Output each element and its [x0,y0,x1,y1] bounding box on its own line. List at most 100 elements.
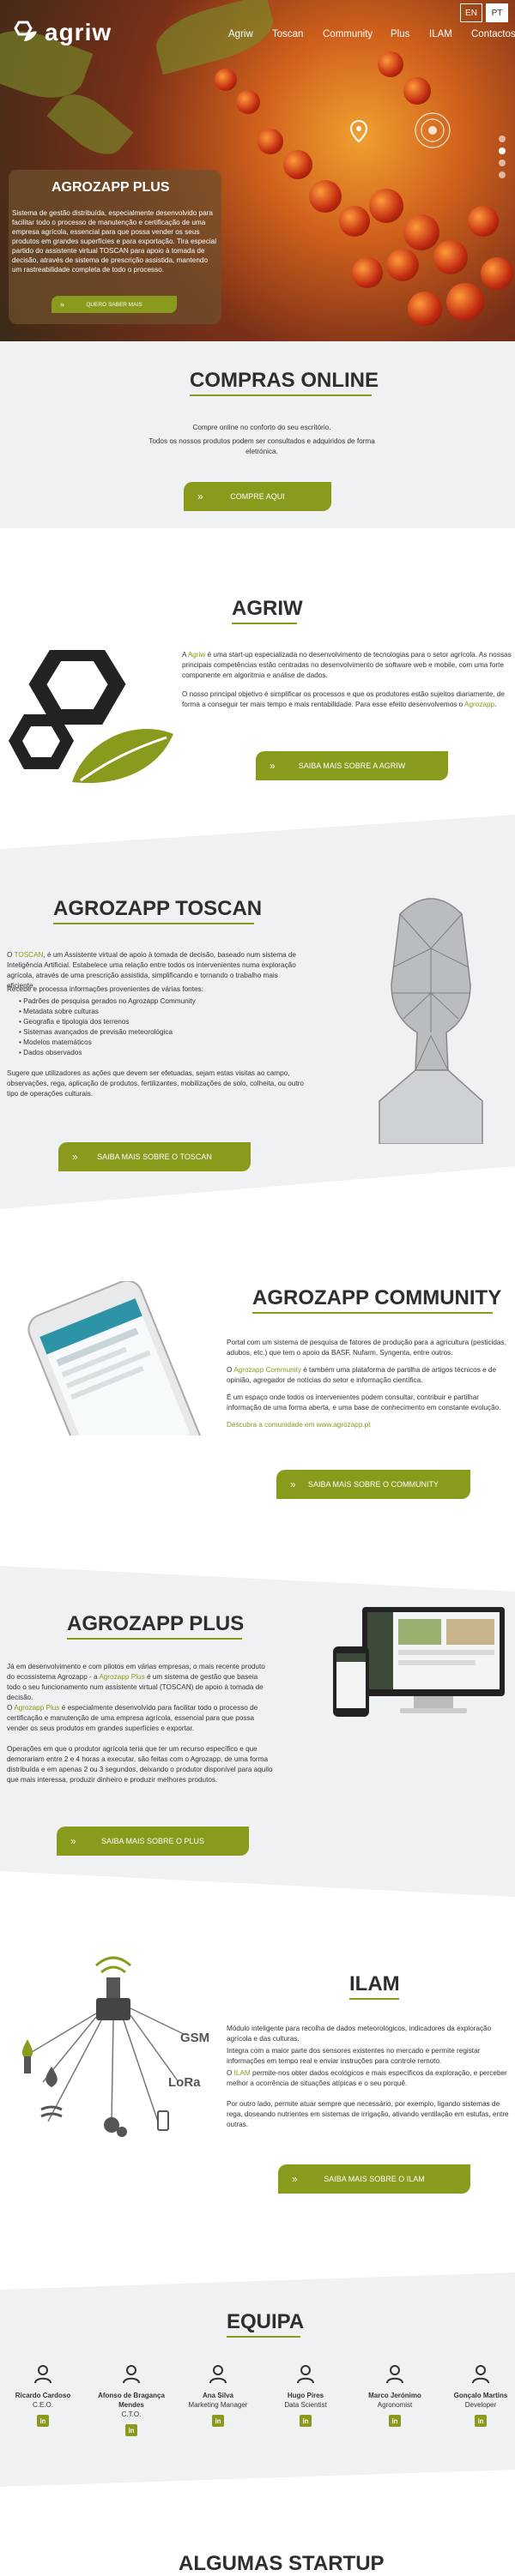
plus-paragraph-2: O Agrozapp Plus é especialmente desenvol… [7,1704,258,1732]
plus-button-label: SAIBA MAIS SOBRE O PLUS [100,1837,205,1845]
lang-pt-button[interactable]: PT [486,3,508,22]
user-icon [297,2365,314,2384]
title-underline [190,394,372,396]
title-underline [349,1998,399,2000]
agrozapp-link[interactable]: Agrozapp [464,701,494,708]
list-item: • Metadata sobre culturas [19,1008,99,1015]
member-name: Gonçalo Martins [453,2392,508,2399]
team-member: Gonçalo Martins Developer in [446,2363,515,2427]
location-icon [350,120,367,142]
nav-agriw[interactable]: Agriw [228,29,253,39]
ilam-more-button[interactable]: » SAIBA MAIS SOBRE O ILAM [278,2164,470,2194]
toscan-list: • Padrões de pesquisa gerados no Agrozap… [19,996,302,1058]
agriw-more-button[interactable]: » SAIBA MAIS SOBRE A AGRIW [256,751,448,780]
arrow-icon: » [72,1151,78,1163]
member-role: Agronomist [377,2401,413,2409]
plus-paragraph-1: Já em desenvolvimento e com pilotos em v… [7,1663,265,1701]
user-icon [386,2365,403,2384]
title-underline [232,623,297,624]
toscan-more-button[interactable]: » SAIBA MAIS SOBRE O TOSCAN [58,1142,251,1171]
agriw-link[interactable]: Agriw [188,651,205,659]
agriw-paragraph-1: A Agriw é uma start-up especializada no … [182,651,512,679]
toscan-head-illustration [379,898,483,1144]
hero-button-label: QUERO SABER MAIS [86,301,142,308]
team-member: Ana Silva Marketing Manager in [184,2363,252,2427]
hero-more-button[interactable]: » QUERO SABER MAIS [52,296,177,313]
community-button-label: SAIBA MAIS SOBRE O COMMUNITY [307,1480,439,1489]
linkedin-icon[interactable]: in [475,2415,487,2427]
member-name: Ana Silva [202,2392,233,2399]
linkedin-icon[interactable]: in [300,2415,312,2427]
slider-dot[interactable] [499,159,506,166]
compras-title: COMPRAS ONLINE [190,369,379,392]
toscan-paragraph-3: Sugere que utilizadores as ações que dev… [7,1069,304,1098]
equipa-section-bg [0,2272,515,2487]
member-role: C.T.O. [121,2410,142,2418]
arrow-icon: » [60,300,65,309]
nav-contactos[interactable]: Contactos [471,29,515,39]
member-role: C.E.O. [32,2401,53,2409]
member-name: Hugo Pires [287,2392,324,2399]
arrow-icon: » [197,491,203,503]
list-item: • Sistemas avançados de previsão meteoro… [19,1028,173,1036]
team-member: Marco Jerónimo Agronomist in [360,2363,429,2427]
title-underline [67,1638,242,1640]
slider-dot[interactable] [499,147,506,154]
toscan-button-label: SAIBA MAIS SOBRE O TOSCAN [97,1153,212,1161]
list-item: • Dados observados [19,1049,82,1056]
ilam-link[interactable]: ILAM [234,2069,251,2077]
member-role: Developer [464,2401,497,2409]
nav-plus[interactable]: Plus [391,29,409,39]
linkedin-icon[interactable]: in [125,2424,137,2436]
list-item: • Modelos matemáticos [19,1038,92,1046]
member-name: Afonso de Bragança Mendes [98,2392,165,2409]
ilam-title: ILAM [349,1972,400,1995]
title-underline [227,2336,300,2338]
plus-link[interactable]: Agrozapp Plus [99,1673,144,1681]
community-paragraph-1: Portal com um sistema de pesquisa de fat… [227,1339,506,1357]
lang-en-button[interactable]: EN [460,3,482,22]
slider-dot[interactable] [499,135,506,142]
linkedin-icon[interactable]: in [389,2415,401,2427]
team-member: Afonso de Bragança Mendes C.T.O. in [94,2363,168,2436]
member-role: Marketing Manager [188,2401,248,2409]
team-member: Hugo Pires Data Scientist in [271,2363,340,2427]
nav-ilam[interactable]: ILAM [429,29,452,39]
linkedin-icon[interactable]: in [212,2415,224,2427]
plus-more-button[interactable]: » SAIBA MAIS SOBRE O PLUS [57,1827,249,1856]
community-title: AGROZAPP COMMUNITY [252,1286,502,1309]
arrow-icon: » [290,1478,296,1490]
target-icon [415,112,451,148]
equipa-title: EQUIPA [227,2310,305,2333]
community-more-button[interactable]: » SAIBA MAIS SOBRE O COMMUNITY [276,1470,470,1499]
user-icon [209,2365,227,2384]
agriw-button-label: SAIBA MAIS SOBRE A AGRIW [298,761,406,770]
nav-toscan[interactable]: Toscan [272,29,303,39]
plus-link[interactable]: Agrozapp Plus [14,1704,59,1712]
community-phone-illustration [27,1281,203,1435]
compras-line2: Todos os nossos produtos podem ser consu… [148,437,375,455]
compre-aqui-button[interactable]: » COMPRE AQUI [184,482,331,511]
logo[interactable]: agriw [45,19,112,46]
community-paragraph-2: O Agrozapp Community é também uma plataf… [227,1366,497,1384]
linkedin-icon[interactable]: in [37,2415,49,2427]
arrow-icon: » [70,1835,76,1847]
member-role: Data Scientist [284,2401,327,2409]
arrow-icon: » [292,2173,298,2185]
list-item: • Geografia e tipologia dos terrenos [19,1018,130,1026]
nav-community[interactable]: Community [323,29,373,39]
community-link[interactable]: Agrozapp Community [233,1366,301,1374]
logo-icon[interactable] [12,21,38,43]
gsm-label: GSM [180,2031,210,2045]
ilam-paragraph-3: O ILAM permite-nos obter dados ecológico… [227,2069,507,2087]
lora-label: LoRa [168,2075,201,2090]
community-paragraph-3: É um espaço onde todos os intervenientes… [227,1393,501,1411]
toscan-link[interactable]: TOSCAN [15,951,44,959]
community-site-link[interactable]: Descubra a comunidade em www.agrozapp.pt [227,1420,515,1430]
team-member: Ricardo Cardoso C.E.O. in [9,2363,77,2427]
member-name: Ricardo Cardoso [15,2392,71,2399]
member-name: Marco Jerónimo [368,2392,421,2399]
slider-dot[interactable] [499,172,506,178]
hero-title: AGROZAPP PLUS [52,180,170,195]
agriw-logo-illustration [8,650,173,784]
